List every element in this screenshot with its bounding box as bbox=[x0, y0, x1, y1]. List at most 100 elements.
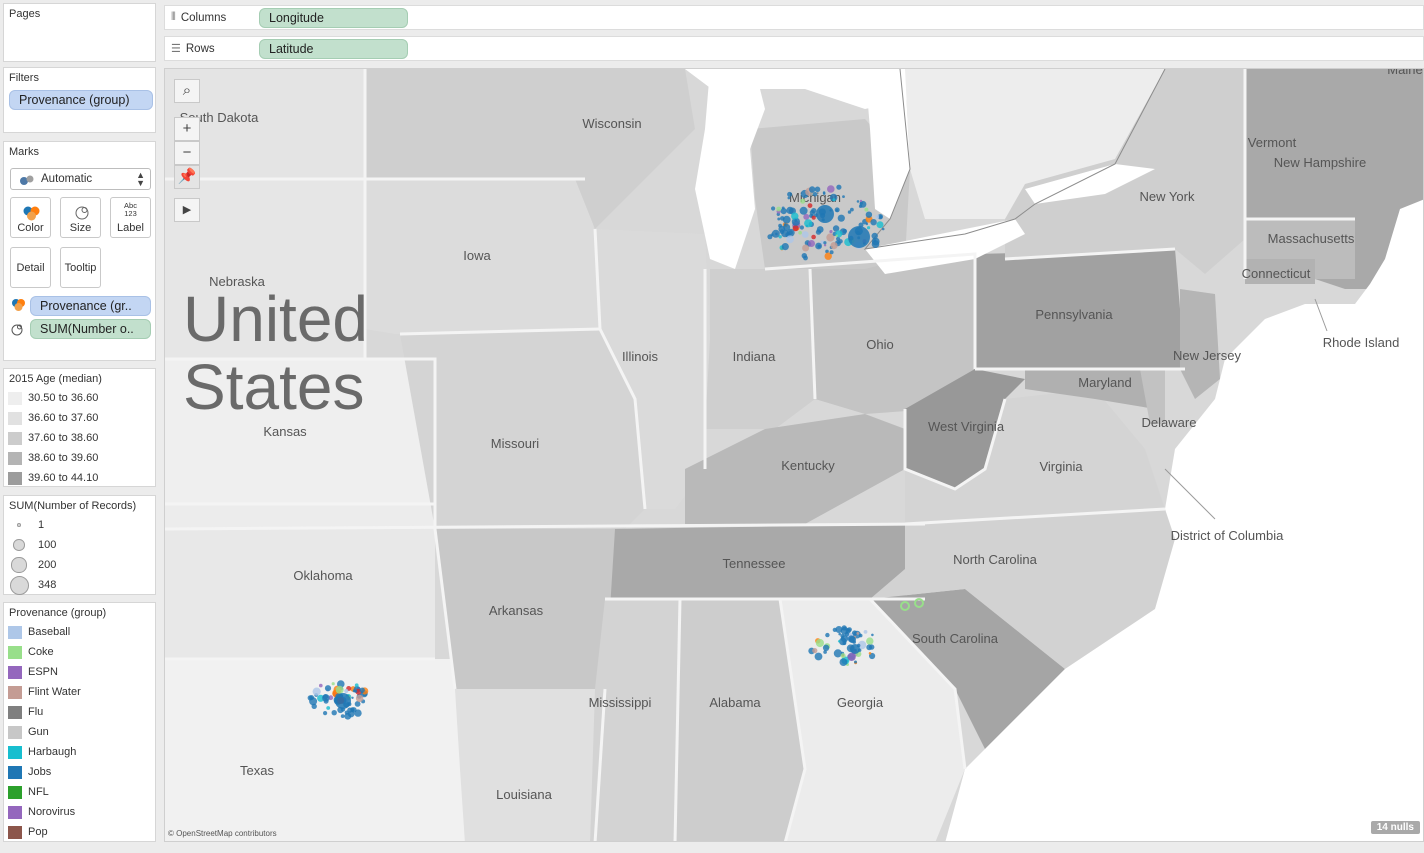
data-point[interactable] bbox=[778, 235, 782, 239]
size-legend[interactable]: SUM(Number of Records) 1 100 200 348 bbox=[3, 495, 156, 595]
data-point[interactable] bbox=[811, 234, 816, 240]
data-point[interactable] bbox=[815, 638, 825, 648]
data-point[interactable] bbox=[864, 207, 869, 212]
data-point[interactable] bbox=[840, 653, 846, 659]
data-point[interactable] bbox=[832, 627, 837, 633]
data-point[interactable] bbox=[351, 709, 355, 712]
longitude-pill[interactable]: Longitude bbox=[259, 8, 408, 28]
data-point[interactable] bbox=[876, 221, 884, 229]
mark-type-dropdown[interactable]: Automatic ▲ ▼ bbox=[10, 168, 151, 190]
data-point[interactable] bbox=[866, 637, 874, 645]
data-point[interactable] bbox=[794, 218, 798, 222]
size-encoding-pill[interactable]: SUM(Number o.. bbox=[30, 319, 151, 339]
data-point[interactable] bbox=[841, 625, 847, 631]
data-point[interactable] bbox=[816, 205, 834, 223]
data-point[interactable] bbox=[344, 688, 349, 694]
data-point[interactable] bbox=[814, 652, 823, 661]
tooltip-button[interactable]: Tooltip bbox=[60, 247, 101, 288]
expand-icon[interactable]: ▶ bbox=[174, 198, 200, 222]
columns-shelf[interactable]: ⦀ Columns Longitude bbox=[164, 5, 1424, 30]
data-point[interactable] bbox=[809, 186, 816, 193]
data-point[interactable] bbox=[812, 648, 818, 654]
data-point[interactable] bbox=[781, 243, 789, 251]
data-point[interactable] bbox=[815, 229, 822, 235]
latitude-pill[interactable]: Latitude bbox=[259, 39, 408, 59]
size-button[interactable]: Size bbox=[60, 197, 101, 238]
data-point[interactable] bbox=[786, 206, 794, 214]
data-point[interactable] bbox=[335, 693, 351, 709]
age-legend-item[interactable]: 38.60 to 39.60 bbox=[8, 449, 98, 467]
data-point[interactable] bbox=[856, 632, 860, 635]
label-button[interactable]: Abc 123 Label bbox=[110, 197, 151, 238]
data-point[interactable] bbox=[869, 644, 875, 650]
data-point[interactable] bbox=[829, 250, 834, 255]
data-point[interactable] bbox=[354, 689, 358, 693]
data-point[interactable] bbox=[778, 225, 786, 233]
age-legend-item[interactable]: 37.60 to 38.60 bbox=[8, 429, 98, 447]
age-legend[interactable]: 2015 Age (median) 30.50 to 36.60 36.60 to… bbox=[3, 368, 156, 487]
color-encoding-pill[interactable]: Provenance (gr.. bbox=[30, 296, 151, 316]
provenance-legend-item[interactable]: ESPN bbox=[8, 663, 58, 681]
data-point[interactable] bbox=[771, 206, 776, 211]
data-point[interactable] bbox=[799, 206, 808, 215]
size-legend-item[interactable]: 200 bbox=[8, 556, 56, 574]
data-point[interactable] bbox=[848, 226, 870, 248]
data-point[interactable] bbox=[811, 215, 816, 220]
map-canvas[interactable]: United States South Dakota Wisconsin Mic… bbox=[165, 69, 1424, 842]
data-point[interactable] bbox=[838, 239, 843, 244]
data-point[interactable] bbox=[850, 644, 860, 654]
data-point[interactable] bbox=[800, 198, 806, 204]
provenance-legend[interactable]: Provenance (group) Baseball Coke ESPN Flint… bbox=[3, 602, 156, 842]
data-point[interactable] bbox=[323, 698, 329, 704]
data-point[interactable] bbox=[839, 658, 848, 666]
data-point[interactable] bbox=[340, 714, 345, 718]
data-point[interactable] bbox=[863, 630, 868, 634]
marks-card[interactable]: Marks Automatic ▲ ▼ Color Size Abc 123 La… bbox=[3, 141, 156, 361]
data-point[interactable] bbox=[871, 633, 874, 637]
provenance-legend-item[interactable]: Gun bbox=[8, 723, 49, 741]
data-point[interactable] bbox=[854, 660, 857, 664]
data-point[interactable] bbox=[359, 687, 365, 693]
data-point[interactable] bbox=[822, 644, 830, 651]
data-point[interactable] bbox=[787, 196, 791, 200]
data-point[interactable] bbox=[344, 712, 352, 720]
data-point[interactable] bbox=[776, 206, 782, 212]
data-point[interactable] bbox=[829, 230, 833, 234]
data-point[interactable] bbox=[870, 219, 877, 226]
data-point[interactable] bbox=[817, 244, 821, 248]
data-point[interactable] bbox=[867, 226, 871, 230]
data-point[interactable] bbox=[822, 191, 826, 194]
data-point[interactable] bbox=[808, 240, 815, 247]
data-point[interactable] bbox=[865, 211, 873, 218]
provenance-legend-item[interactable]: Norovirus bbox=[8, 803, 75, 821]
pin-icon[interactable]: 📌 bbox=[174, 165, 200, 189]
provenance-legend-item[interactable]: Jobs bbox=[8, 763, 51, 781]
data-point[interactable] bbox=[322, 694, 329, 700]
detail-button[interactable]: Detail bbox=[10, 247, 51, 288]
age-legend-item[interactable]: 39.60 to 44.10 bbox=[8, 469, 98, 487]
filter-pill-provenance[interactable]: Provenance (group) bbox=[9, 90, 153, 110]
data-point[interactable] bbox=[875, 214, 880, 219]
data-point[interactable] bbox=[827, 185, 835, 193]
provenance-legend-item[interactable]: Flint Water bbox=[8, 683, 81, 701]
data-point[interactable] bbox=[837, 640, 841, 643]
data-point[interactable] bbox=[331, 682, 335, 686]
data-point[interactable] bbox=[324, 685, 332, 692]
data-point[interactable] bbox=[312, 687, 321, 696]
data-point[interactable] bbox=[832, 198, 836, 202]
data-point[interactable] bbox=[871, 232, 878, 240]
data-point[interactable] bbox=[849, 636, 856, 644]
data-point[interactable] bbox=[868, 652, 872, 655]
size-legend-item[interactable]: 348 bbox=[8, 575, 56, 595]
data-point[interactable] bbox=[780, 216, 785, 221]
data-point[interactable] bbox=[859, 199, 863, 203]
zoom-in-icon[interactable]: + bbox=[174, 117, 200, 141]
data-point[interactable] bbox=[775, 232, 778, 236]
color-button[interactable]: Color bbox=[10, 197, 51, 238]
data-point[interactable] bbox=[858, 633, 863, 638]
data-point[interactable] bbox=[323, 711, 328, 716]
age-legend-item[interactable]: 30.50 to 36.60 bbox=[8, 389, 98, 407]
search-icon[interactable]: ⌕ bbox=[174, 79, 200, 103]
data-point[interactable] bbox=[802, 244, 810, 252]
data-point[interactable] bbox=[801, 253, 807, 259]
